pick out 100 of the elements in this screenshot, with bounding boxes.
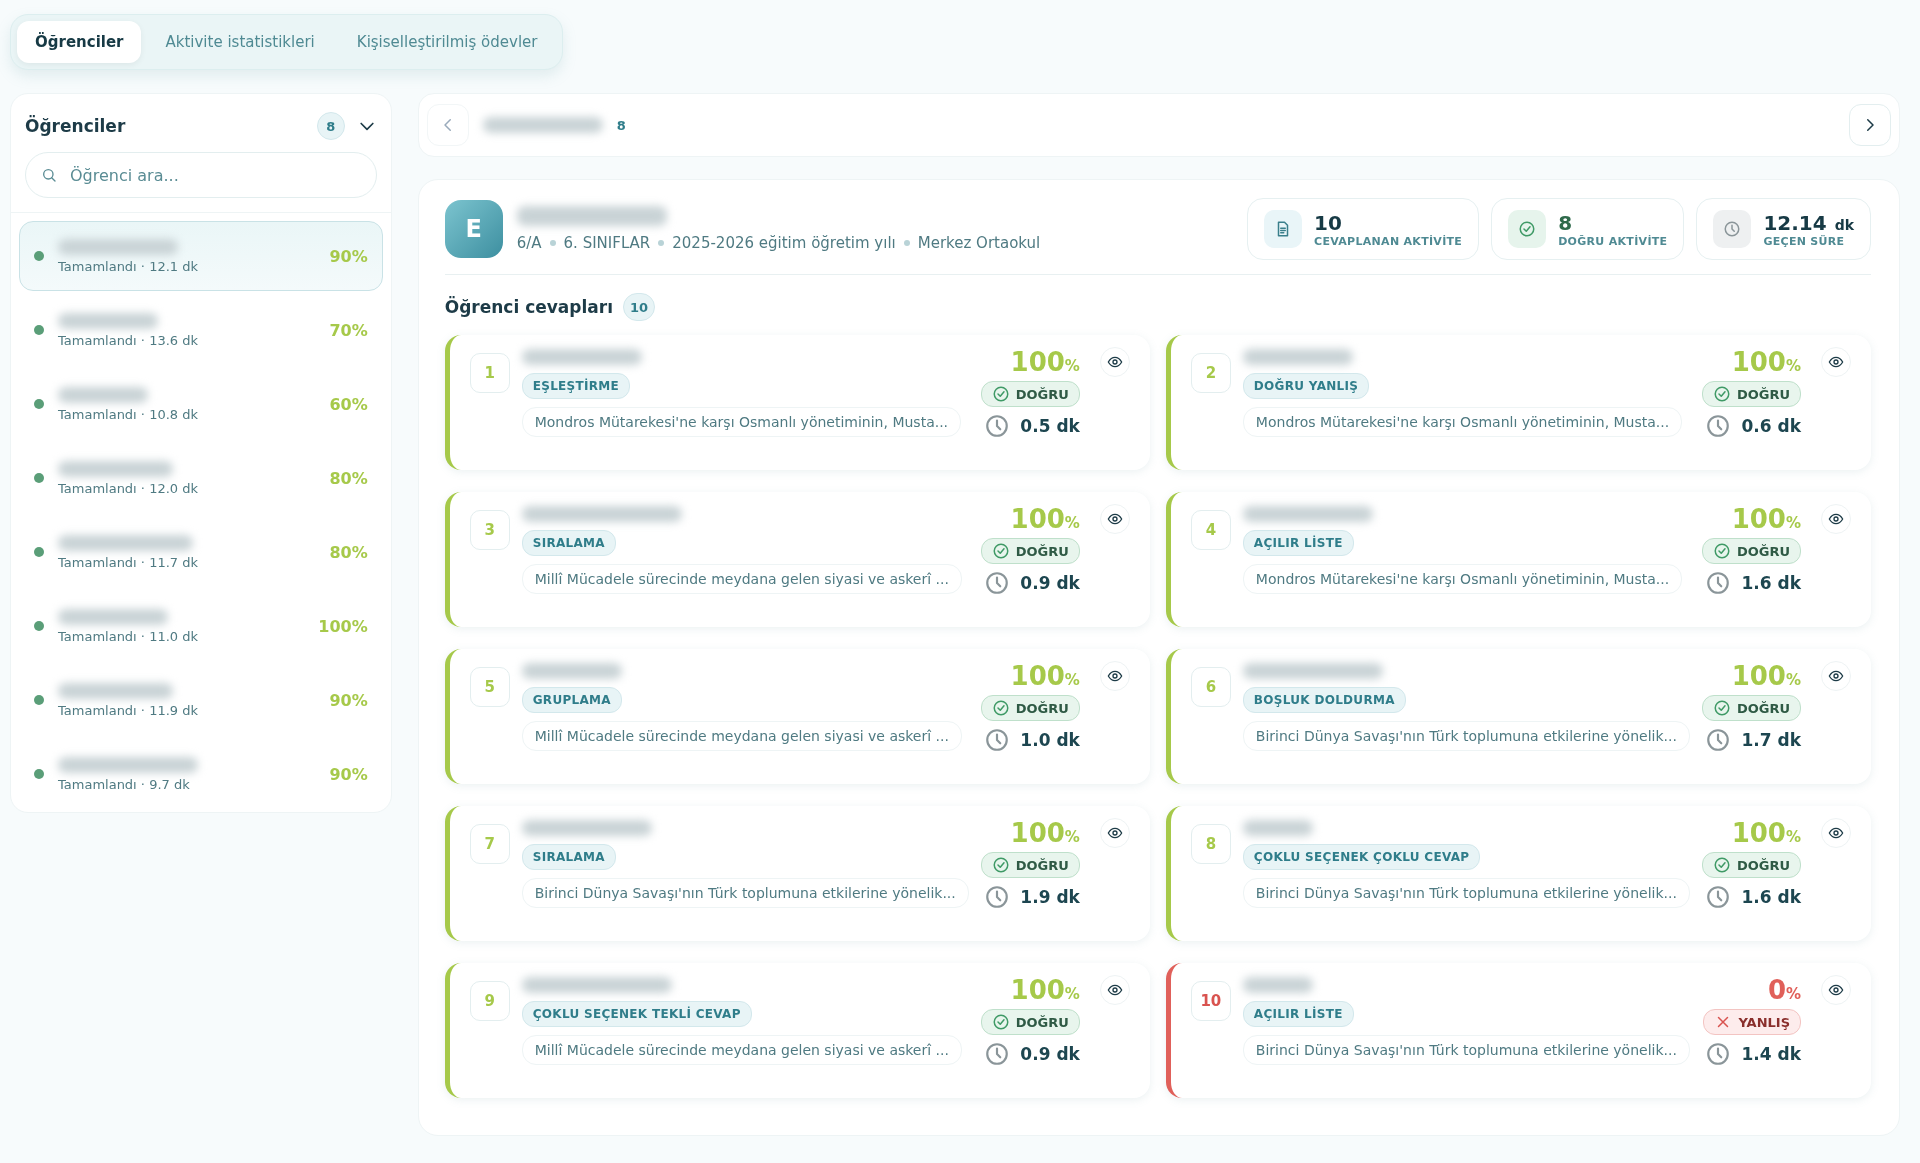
question-type-tag: DOĞRU YANLIŞ [1242,373,1370,399]
separator-dot [903,240,910,246]
clock-icon [984,413,1011,439]
check-circle-icon [1712,542,1731,560]
result-badge: DOĞRU [1701,852,1801,878]
time-spent: 1.7 dk [1741,730,1801,750]
question-text: Birinci Dünya Savaşı'nın Türk toplumuna etkilerine yönelik... [1242,878,1690,908]
student-score: 80% [329,468,368,488]
view-button[interactable] [1099,504,1130,534]
question-type-tag: AÇILIR LİSTE [1242,530,1354,556]
question-number: 7 [469,824,510,864]
view-button[interactable] [1821,504,1851,534]
view-button[interactable] [1821,347,1851,377]
time-spent: 1.6 dk [1741,887,1801,907]
score-unit: % [1064,985,1080,1003]
time-spent: 0.9 dk [1020,1044,1080,1064]
student-status: Tamamlandı · 11.0 dk [58,628,199,644]
class-count: 8 [616,117,626,133]
tab[interactable]: Öğrenciler [17,21,142,63]
clock-icon [984,884,1011,910]
question-type-tag: EŞLEŞTİRME [521,373,631,399]
score-unit: % [1785,671,1801,689]
result-badge: DOĞRU [1701,538,1801,564]
student-status: Tamamlandı · 12.1 dk [58,258,199,274]
stat-value: 8 [1558,210,1573,235]
result-badge: YANLIŞ [1703,1009,1801,1035]
stat-label: GEÇEN SÜRE [1763,234,1846,248]
student-item[interactable]: Tamamlandı · 13.6 dk 70% [19,295,383,365]
tab[interactable]: Kişiselleştirilmiş ödevler [338,21,556,63]
score-value: 100 [1731,347,1786,377]
stat-label: DOĞRU AKTİVİTE [1558,234,1668,248]
view-button[interactable] [1099,975,1130,1005]
question-type-tag: SIRALAMA [521,844,616,870]
student-info-text: 2025-2026 eğitim öğretim yılı [672,234,896,252]
eye-icon [1828,511,1844,527]
blurred-title [1242,820,1313,836]
student-item[interactable]: Tamamlandı · 11.0 dk 100% [19,591,383,661]
student-score: 90% [329,764,368,784]
question-type-tag: SIRALAMA [521,530,616,556]
question-type-tag: ÇOKLU SEÇENEK ÇOKLU CEVAP [1242,844,1481,870]
question-text: Mondros Mütarekesi'ne karşı Osmanlı yönetiminin, Musta... [1242,407,1683,437]
separator-dot [549,240,556,246]
count-badge: 8 [316,112,345,140]
student-info-text: 6/A [516,234,542,252]
check-circle-icon [991,542,1010,560]
section-title: Öğrenci cevapları [444,297,614,317]
student-item[interactable]: Tamamlandı · 12.0 dk 80% [19,443,383,513]
student-status: Tamamlandı · 11.7 dk [58,554,199,570]
clock-icon [984,1041,1011,1067]
clock-icon [1723,220,1742,238]
student-score: 100% [318,616,368,636]
search-field[interactable]: Öğrenci ara... [25,152,377,198]
eye-icon [1828,668,1844,684]
question-number: 3 [469,510,510,550]
score-unit: % [1064,671,1080,689]
stat-unit: dk [1834,216,1854,233]
view-button[interactable] [1821,975,1851,1005]
view-button[interactable] [1821,818,1851,848]
student-item[interactable]: Tamamlandı · 10.8 dk 60% [19,369,383,439]
view-button[interactable] [1099,347,1130,377]
clock-icon [1705,1041,1732,1067]
student-score: 60% [329,394,368,414]
view-button[interactable] [1099,661,1130,691]
eye-icon [1106,982,1123,998]
sidebar-title: Öğrenciler [25,116,126,136]
student-status: Tamamlandı · 11.9 dk [58,702,199,718]
eye-icon [1106,354,1123,370]
student-item[interactable]: Tamamlandı · 11.7 dk 80% [19,517,383,587]
question-type-tag: AÇILIR LİSTE [1242,1001,1354,1027]
student-item[interactable]: Tamamlandı · 11.9 dk 90% [19,665,383,735]
score-value: 100 [1010,661,1065,691]
tab[interactable]: Aktivite istatistikleri [147,21,333,63]
time-spent: 0.6 dk [1741,416,1801,436]
question-number: 10 [1190,981,1231,1021]
time-spent: 1.0 dk [1020,730,1080,750]
view-button[interactable] [1821,661,1851,691]
question-number: 1 [469,353,510,393]
result-badge: DOĞRU [1701,381,1801,407]
time-spent: 1.4 dk [1741,1044,1801,1064]
clock-icon [1705,727,1732,753]
stat-label: CEVAPLANAN AKTİVİTE [1314,234,1463,248]
student-info-text: Merkez Ortaokul [917,234,1041,252]
result-badge: DOĞRU [980,538,1080,564]
question-text: Birinci Dünya Savaşı'nın Türk toplumuna etkilerine yönelik... [1242,1035,1690,1065]
stat-value: 10 [1314,210,1342,235]
eye-icon [1106,511,1123,527]
check-circle-icon [1712,385,1731,403]
question-type-tag: ÇOKLU SEÇENEK TEKLİ CEVAP [521,1001,752,1027]
score-value: 100 [1010,347,1065,377]
student-status: Tamamlandı · 13.6 dk [58,332,199,348]
student-status: Tamamlandı · 10.8 dk [58,406,199,422]
question-text: Millî Mücadele sürecinde meydana gelen siyasi ve askerî ... [521,721,962,751]
student-item[interactable]: Tamamlandı · 12.1 dk 90% [19,221,383,291]
score-unit: % [1064,357,1080,375]
clock-icon [1705,570,1732,596]
view-button[interactable] [1099,818,1130,848]
clock-icon [984,727,1011,753]
clock-icon [984,570,1011,596]
question-number: 2 [1190,353,1231,393]
student-item[interactable]: Tamamlandı · 9.7 dk 90% [19,739,383,809]
